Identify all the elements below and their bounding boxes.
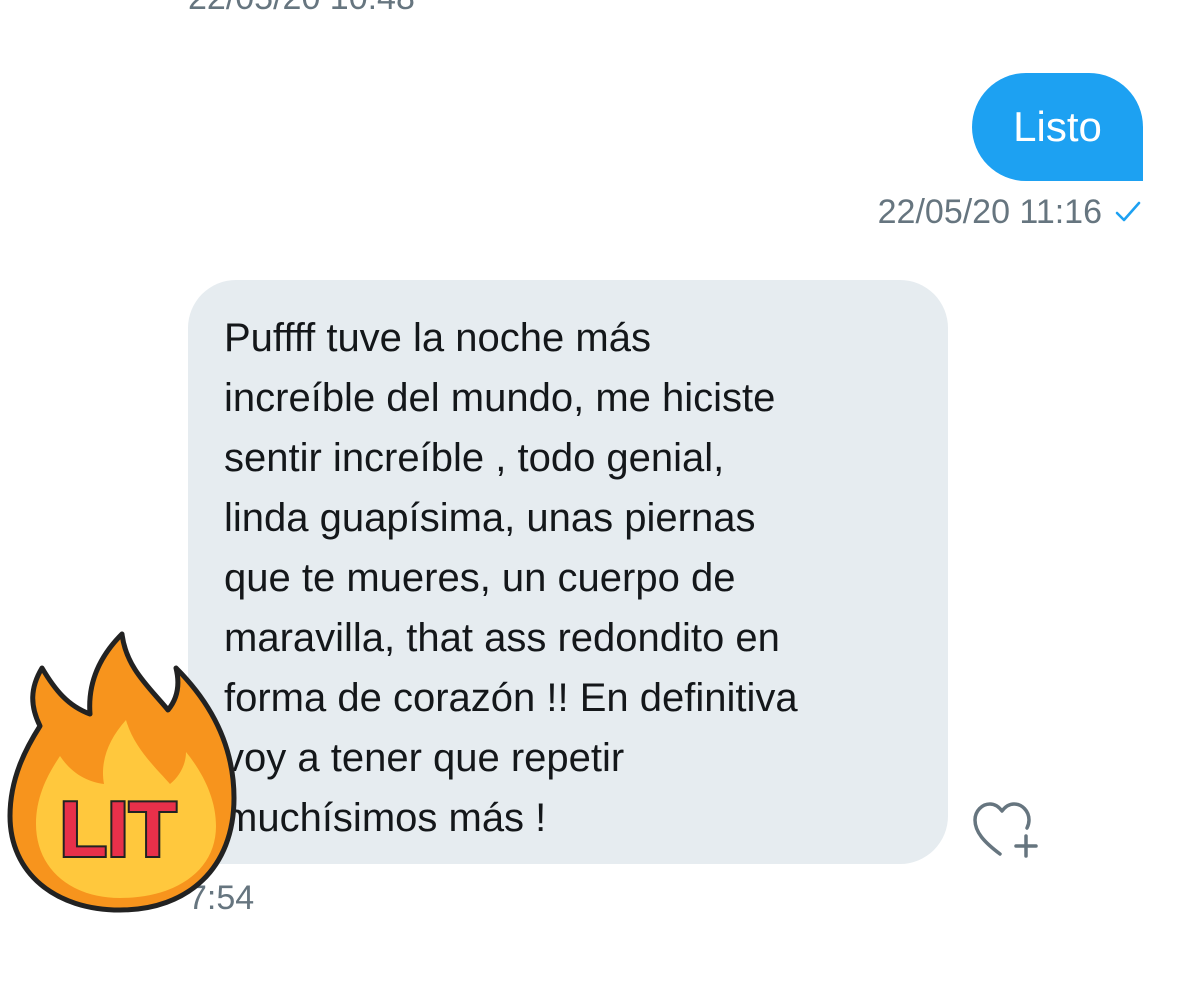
like-message-button[interactable] — [970, 798, 1042, 862]
lit-sticker: LIT — [0, 628, 240, 918]
message-timestamp: 22/05/20 11:16 — [877, 193, 1102, 231]
sent-message-meta: 22/05/20 11:16 — [878, 192, 1142, 232]
heart-plus-icon — [970, 802, 1042, 866]
received-message-text: Puffff tuve la noche más increíble del m… — [224, 316, 798, 840]
received-message-bubble[interactable]: Puffff tuve la noche más increíble del m… — [188, 280, 948, 864]
dm-conversation: 22/05/20 10:48 Listo 22/05/20 11:16 Puff… — [0, 0, 1200, 989]
sent-message-bubble[interactable]: Listo — [972, 73, 1143, 181]
message-timestamp: 22/05/20 10:48 — [188, 0, 415, 18]
sticker-label: LIT — [60, 785, 177, 873]
check-icon — [1114, 198, 1142, 226]
fire-icon: LIT — [7, 631, 237, 913]
